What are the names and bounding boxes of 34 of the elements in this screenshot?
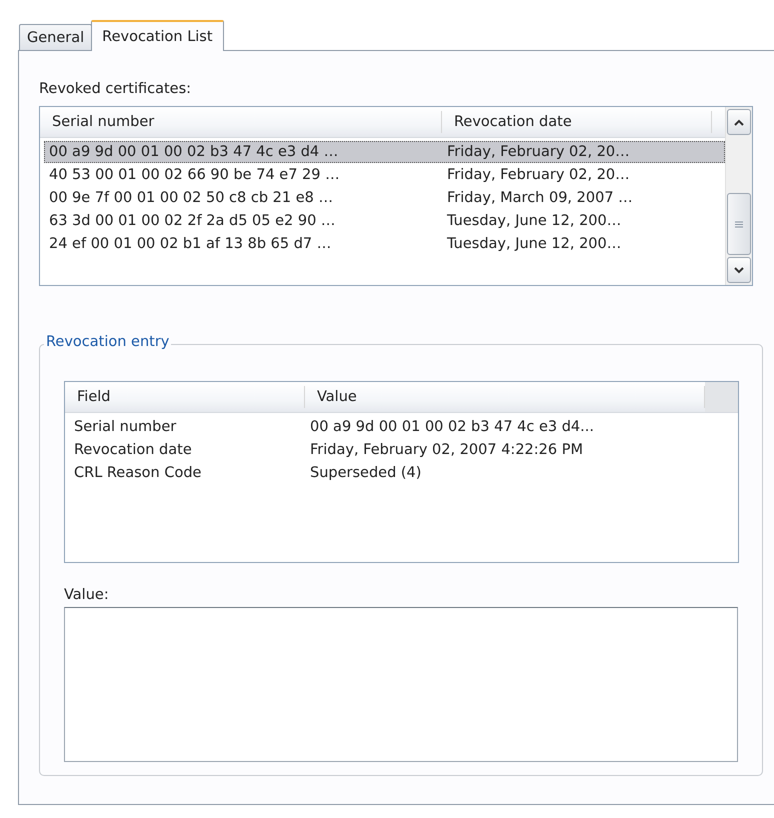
list-cell: Friday, February 02, 20… [447,144,630,160]
group-title: Revocation entry [44,334,172,350]
list-cell: Revocation date [74,442,192,458]
list-row[interactable]: 24 ef 00 01 00 02 b1 af 13 8b 65 d7 … Tuesday, June 12, 200… [44,233,725,255]
list-row[interactable]: 00 9e 7f 00 01 00 02 50 c8 cb 21 e8 … Friday, March 09, 2007 … [44,187,725,209]
column-header[interactable]: Value [317,386,357,408]
list-cell: 40 53 00 01 00 02 66 90 be 74 e7 29 … [49,167,340,183]
list-cell: CRL Reason Code [74,465,202,481]
list-cell: Friday, February 02, 20… [447,167,630,183]
list-cell: Tuesday, June 12, 200… [447,213,622,229]
entry-list[interactable]: Field Value Serial number 00 a9 9d 00 01 00 02 b3 47 4c e3 d4... Revocation date Friday, February 02, 2007 4:22:26 PM CRL Reason Code Superseded (4) [64,381,739,563]
field-label: Value: [64,587,109,603]
list-cell: 63 3d 00 01 00 02 2f 2a d5 05 e2 90 … [49,213,336,229]
list-cell: 24 ef 00 01 00 02 b1 af 13 8b 65 d7 … [49,236,332,252]
list-cell: Friday, March 09, 2007 … [447,190,633,206]
list-cell: 00 a9 9d 00 01 00 02 b3 47 4c e3 d4 … [49,144,338,160]
list-cell: Tuesday, June 12, 200… [447,236,622,252]
list-row[interactable]: CRL Reason Code Superseded (4) [69,462,738,484]
list-row[interactable]: 00 a9 9d 00 01 00 02 b3 47 4c e3 d4 … Friday, February 02, 20… [44,141,725,163]
column-header[interactable]: Revocation date [454,111,572,133]
list-cell: Friday, February 02, 2007 4:22:26 PM [310,442,583,458]
list-row[interactable]: 63 3d 00 01 00 02 2f 2a d5 05 e2 90 … Tuesday, June 12, 200… [44,210,725,232]
column-header[interactable]: Field [77,386,110,408]
list-label: Revoked certificates: [39,81,192,97]
list-row[interactable]: Serial number 00 a9 9d 00 01 00 02 b3 47 4c e3 d4... [69,416,738,438]
list-row[interactable]: 40 53 00 01 00 02 66 90 be 74 e7 29 … Friday, February 02, 20… [44,164,725,186]
tab[interactable]: General [19,24,92,50]
list-row[interactable]: Revocation date Friday, February 02, 2007 4:22:26 PM [69,439,738,461]
list-cell: Superseded (4) [310,465,422,481]
column-header[interactable]: Serial number [52,111,154,133]
list-cell: 00 9e 7f 00 01 00 02 50 c8 cb 21 e8 … [49,190,333,206]
list-cell: Serial number [74,419,176,435]
tab[interactable]: Revocation List [91,20,224,51]
list-cell: 00 a9 9d 00 01 00 02 b3 47 4c e3 d4... [310,419,594,435]
